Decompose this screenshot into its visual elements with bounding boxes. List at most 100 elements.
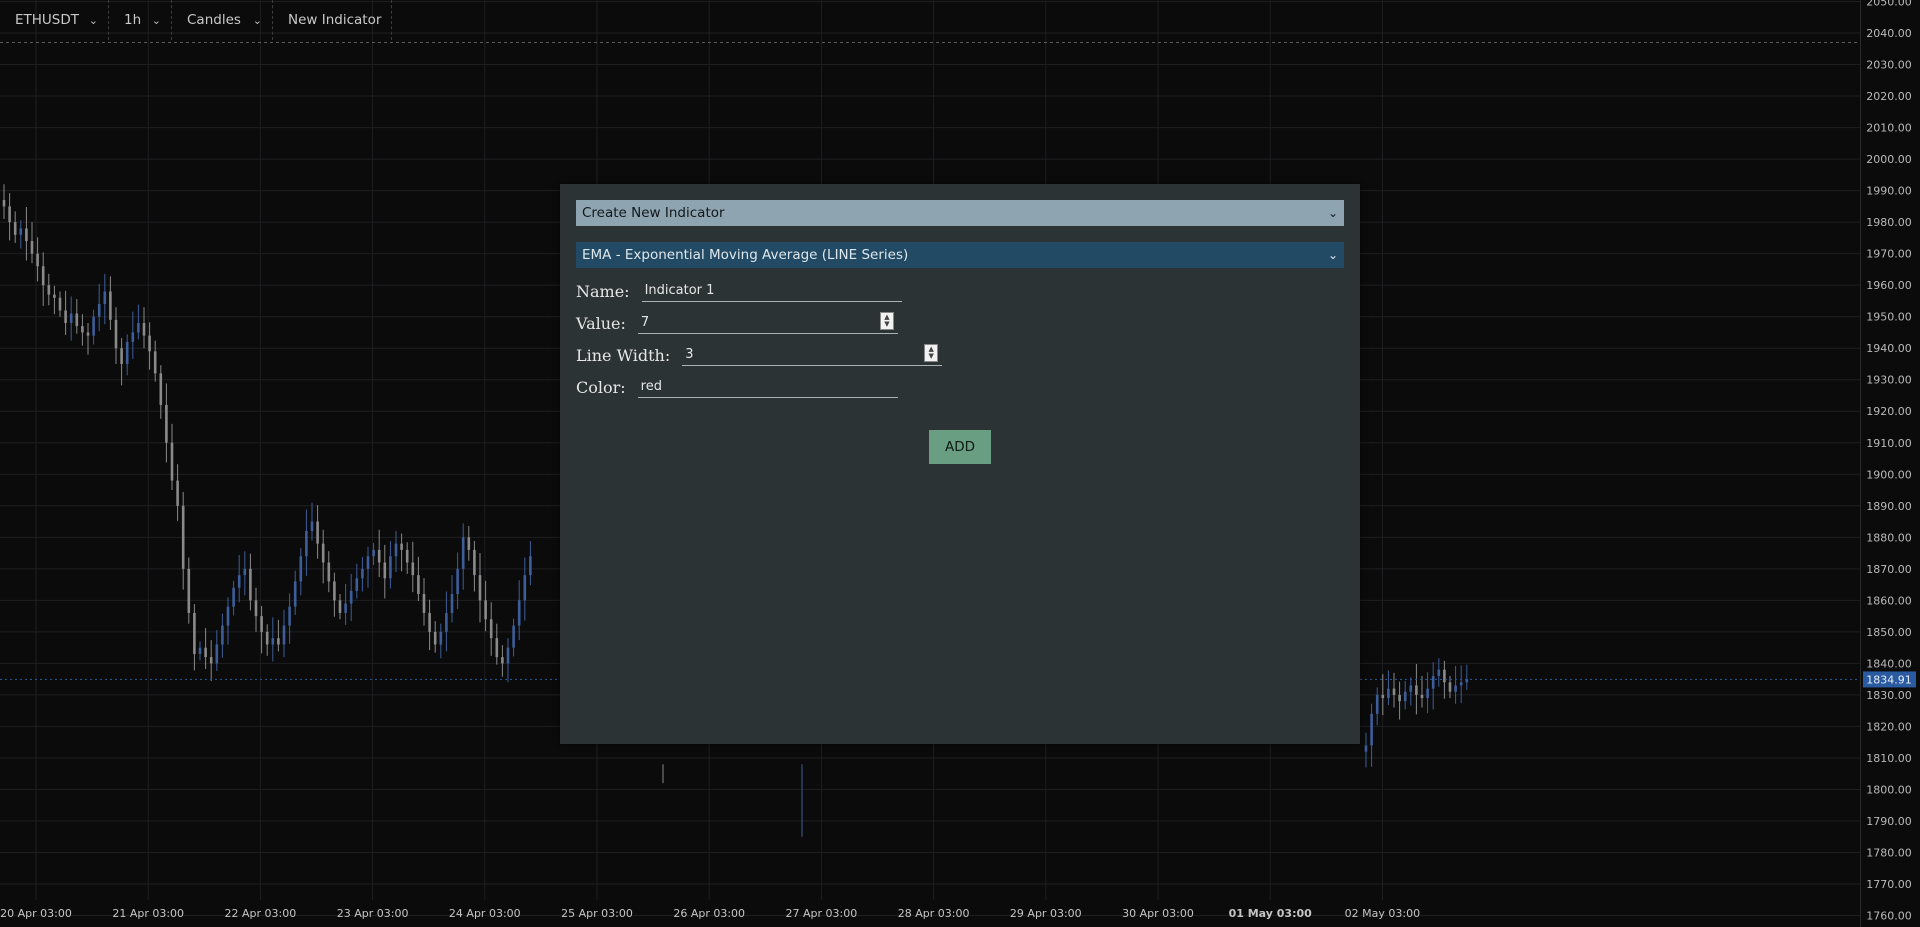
price-tick-label: 1850.00 [1866,626,1912,639]
candle-body [288,606,291,626]
name-label: Name: [576,282,630,301]
time-tick-label: 01 May 03:00 [1229,907,1313,920]
candle-body [187,568,191,613]
time-tick-label: 21 Apr 03:00 [112,907,184,920]
candle-body [1364,745,1368,752]
candle-body [260,616,263,632]
candle-body [249,568,252,601]
candle-body [243,568,247,576]
symbol-select[interactable]: ETHUSDT ⌄ [0,0,109,40]
color-input[interactable]: red [637,376,898,398]
chevron-down-icon: ⌄ [252,13,262,27]
candle-body [333,581,336,601]
candle-body [47,285,51,295]
chart-type-select[interactable]: Candles ⌄ [172,0,273,40]
price-tick-label: 2020.00 [1866,90,1912,103]
candle-body [310,521,314,532]
candle-body [1403,691,1407,702]
candle-body [1381,694,1385,699]
candle-body [1426,688,1429,699]
line-width-input[interactable]: 3 ▲ ▼ [682,344,943,366]
new-indicator-button[interactable]: New Indicator [273,0,393,40]
candle-body [338,600,342,613]
value-label: Value: [576,314,626,333]
time-axis[interactable]: 20 Apr 03:00 21 Apr 03:00 22 Apr 03:00 23 A… [0,907,1420,920]
candle-body [372,549,375,557]
chevron-down-icon: ⌄ [1327,206,1338,220]
price-tick-label: 1780.00 [1866,847,1912,860]
candle-body [512,625,515,648]
candle-body [97,304,101,317]
candle-body [204,647,207,658]
name-input[interactable]: Indicator 1 [641,280,902,302]
price-tick-label: 1880.00 [1866,531,1912,544]
candle-body [176,480,179,506]
candle-body [109,291,112,320]
candle-body [25,228,28,242]
candle-body [1375,694,1379,714]
candle-body [53,294,56,298]
chevron-down-icon: ⌄ [1327,248,1338,262]
candle-body [103,291,107,305]
time-tick-label: 20 Apr 03:00 [0,907,72,920]
candle-body [237,575,241,588]
price-tick-label: 2030.00 [1866,59,1912,72]
candle-body [316,521,319,544]
color-label: Color: [576,378,626,397]
candle-body [344,603,347,613]
candle-body [215,644,219,664]
candle-body [221,625,224,645]
price-axis[interactable]: 2050.00 2040.00 2030.00 2020.00 2010.00 2000.… [1863,0,1916,923]
candle-body [445,612,448,632]
candle-body [64,310,67,323]
candle-body [277,638,280,645]
candle-body [58,297,62,311]
candle-body [422,594,426,613]
candle-body [450,594,454,613]
candle-body [30,241,34,254]
indicator-type-select[interactable]: EMA - Exponential Moving Average (LINE S… [576,242,1344,268]
candle-body [411,562,415,576]
price-tick-label: 1800.00 [1866,783,1912,796]
add-button[interactable]: ADD [929,430,991,464]
price-tick-label: 1790.00 [1866,815,1912,828]
candle-body [137,322,140,333]
spinner-icon[interactable]: ▲ ▼ [924,344,939,362]
candle-body [153,351,157,374]
time-tick-label: 22 Apr 03:00 [225,907,297,920]
candle-body [321,543,325,563]
candle-body [1443,669,1446,683]
candle-body [13,222,17,235]
interval-label: 1h [124,12,142,28]
time-tick-label: 02 May 03:00 [1345,907,1420,920]
symbol-label: ETHUSDT [15,12,80,28]
candle-body [366,556,370,569]
indicator-mode-select[interactable]: Create New Indicator ⌄ [576,200,1344,226]
candle-body [1448,682,1452,692]
time-tick-label: 27 Apr 03:00 [786,907,858,920]
candle-body [327,562,331,582]
time-tick-label: 30 Apr 03:00 [1122,907,1194,920]
candle-body [1454,685,1457,692]
indicator-dialog: Create New Indicator ⌄ EMA - Exponential… [560,184,1360,744]
interval-select[interactable]: 1h ⌄ [109,0,172,40]
candle-body [489,619,493,639]
price-tick-label: 2010.00 [1866,122,1912,135]
candle-body [428,612,431,632]
time-tick-label: 24 Apr 03:00 [449,907,521,920]
line-width-value: 3 [685,347,694,362]
price-tick-label: 1960.00 [1866,279,1912,292]
candle-body [473,549,476,576]
candle-body [433,631,437,645]
price-tick-label: 1980.00 [1866,216,1912,229]
candle-body [1398,694,1401,702]
value-input[interactable]: 7 ▲ ▼ [637,312,898,334]
price-tick-label: 1820.00 [1866,720,1912,733]
candle-body [114,319,118,349]
price-tick-label: 1990.00 [1866,185,1912,198]
line-width-row: Line Width: 3 ▲ ▼ [576,344,943,366]
price-tick-label: 1940.00 [1866,342,1912,355]
candle-body [394,543,398,557]
candle-body [170,442,174,481]
spinner-icon[interactable]: ▲ ▼ [879,312,894,330]
